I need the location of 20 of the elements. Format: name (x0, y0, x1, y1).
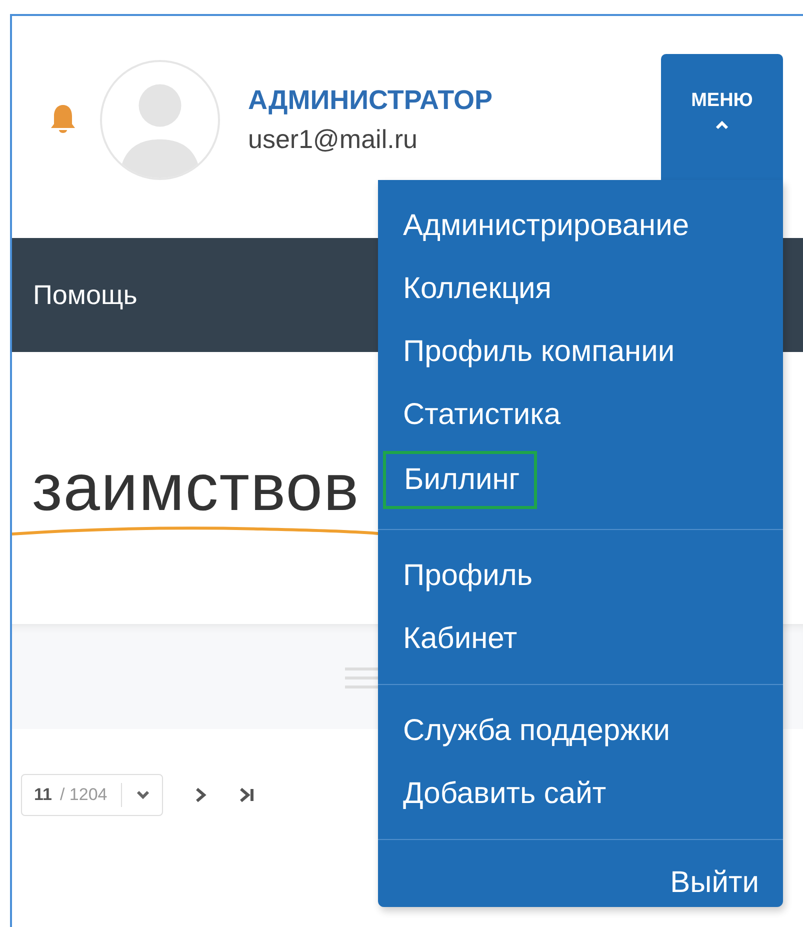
nav-link[interactable]: Помощь (33, 280, 138, 310)
user-role: АДМИНИСТРАТОР (248, 85, 492, 116)
menu-item[interactable]: Добавить сайт (378, 762, 783, 825)
menu-item[interactable]: Биллинг (383, 451, 537, 509)
menu-item[interactable]: Кабинет (378, 607, 783, 670)
menu-item[interactable]: Коллекция (378, 257, 783, 320)
page-selector[interactable]: 11 / 1204 (21, 774, 164, 816)
menu-item[interactable]: Администрирование (378, 194, 783, 257)
menu-icon[interactable] (345, 666, 381, 690)
logout-link[interactable]: Выйти (670, 866, 759, 900)
chevron-down-icon (136, 790, 150, 800)
menu-item[interactable]: Служба поддержки (378, 699, 783, 762)
menu-item[interactable]: Профиль (378, 544, 783, 607)
last-page-icon[interactable] (239, 787, 256, 803)
caret-icon (715, 120, 729, 130)
menu-item[interactable]: Статистика (378, 383, 783, 446)
menu-item[interactable]: Профиль компании (378, 320, 783, 383)
menu-button[interactable]: МЕНЮ (661, 54, 783, 182)
page-title: заимствов (32, 452, 360, 522)
user-email: user1@mail.ru (248, 124, 418, 155)
